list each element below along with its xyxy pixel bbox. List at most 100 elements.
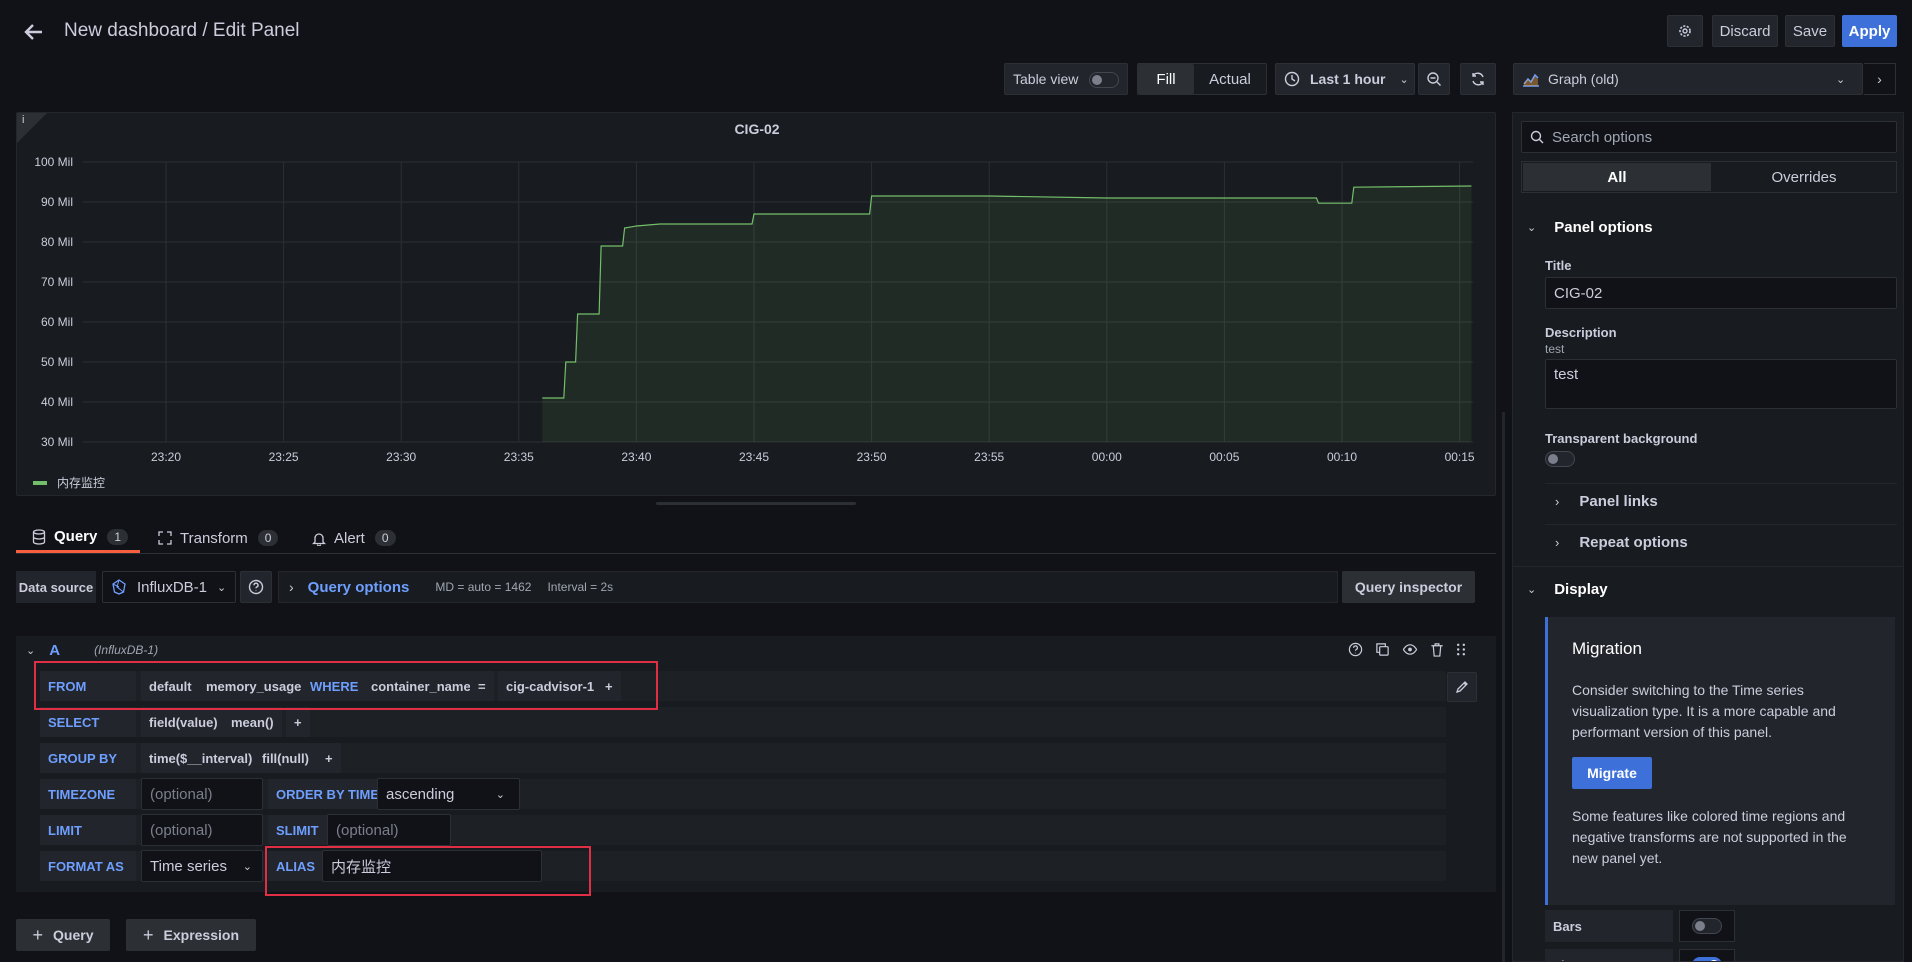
query-actions [1348, 642, 1466, 657]
fill-button[interactable]: Fill [1138, 64, 1194, 94]
back-arrow-icon[interactable] [20, 18, 48, 46]
save-button[interactable]: Save [1785, 15, 1835, 47]
help-icon[interactable] [1348, 642, 1363, 657]
search-options-input[interactable]: Search options [1521, 121, 1897, 153]
transform-icon [158, 531, 172, 545]
chevron-down-icon: ⌄ [1527, 222, 1537, 234]
query-ds: (InfluxDB-1) [94, 643, 159, 657]
y-tick-label: 30 Mil [41, 435, 73, 449]
groupby-add-button[interactable]: + [317, 743, 341, 773]
y-tick-label: 70 Mil [41, 275, 73, 289]
from-add-button[interactable]: + [597, 671, 621, 701]
legend-swatch [33, 481, 47, 485]
slimit-input[interactable]: (optional) [327, 814, 451, 846]
divider-2 [1545, 524, 1897, 525]
timezone-input[interactable]: (optional) [141, 778, 263, 810]
display-header[interactable]: ⌄ Display [1527, 581, 1608, 598]
format-select[interactable]: Time series ⌄ [141, 850, 263, 882]
datasource-picker[interactable]: InfluxDB-1 ⌄ [102, 571, 236, 603]
table-view-label: Table view [1013, 71, 1079, 87]
where-value[interactable]: cig-cadvisor-1 [498, 671, 603, 701]
bars-switch[interactable] [1692, 918, 1722, 934]
vertical-splitter[interactable] [1502, 412, 1505, 962]
time-range-picker[interactable]: Last 1 hour ⌄ [1275, 63, 1415, 95]
query-options-label: Query options [307, 578, 410, 596]
chevron-down-icon: ⌄ [1836, 73, 1846, 86]
add-query-button[interactable]: + Query [16, 919, 110, 951]
where-operator[interactable]: = [470, 671, 494, 701]
where-keyword: WHERE [302, 671, 367, 701]
collapse-icon[interactable]: ⌄ [26, 644, 35, 657]
tabs-divider [16, 553, 1496, 554]
tab-overrides[interactable]: Overrides [1712, 162, 1896, 192]
add-expression-button[interactable]: + Expression [126, 919, 256, 951]
actual-button[interactable]: Actual [1194, 64, 1266, 94]
x-tick-label: 23:20 [151, 450, 181, 464]
tab-alert[interactable]: Alert 0 [312, 523, 396, 553]
chevron-right-icon: › [1877, 71, 1882, 87]
collapse-options-button[interactable]: › [1864, 63, 1896, 95]
time-range-label: Last 1 hour [1310, 71, 1386, 87]
table-view-switch[interactable] [1089, 72, 1119, 88]
settings-button[interactable] [1667, 15, 1703, 47]
panel-links-header[interactable]: › Panel links [1555, 493, 1658, 510]
select-field[interactable]: field(value) [141, 707, 226, 737]
select-aggregate[interactable]: mean() [223, 707, 282, 737]
tab-all[interactable]: All [1523, 163, 1711, 191]
y-tick-label: 40 Mil [41, 395, 73, 409]
divider-3 [1513, 566, 1903, 567]
refresh-button[interactable] [1460, 63, 1496, 95]
discard-button[interactable]: Discard [1712, 15, 1778, 47]
toggle-raw-query-button[interactable] [1447, 672, 1477, 702]
groupby-fill[interactable]: fill(null) [254, 743, 317, 773]
select-add-button[interactable]: + [286, 707, 310, 737]
transparent-switch[interactable] [1545, 451, 1575, 467]
groupby-time[interactable]: time($__interval) [141, 743, 261, 773]
orderby-select[interactable]: ascending ⌄ [377, 778, 520, 810]
tab-query[interactable]: Query 1 [16, 523, 140, 553]
where-key[interactable]: container_name [363, 671, 479, 701]
groupby-keyword: GROUP BY [40, 743, 136, 773]
page-title: New dashboard / Edit Panel [64, 20, 300, 41]
plus-icon: + [32, 924, 44, 945]
apply-button[interactable]: Apply [1842, 15, 1897, 47]
migrate-button[interactable]: Migrate [1572, 757, 1652, 789]
table-view-toggle[interactable]: Table view [1004, 63, 1128, 95]
display-label: Display [1554, 581, 1608, 598]
datasource-help-button[interactable] [240, 571, 272, 603]
visualization-picker[interactable]: Graph (old) ⌄ [1513, 63, 1863, 95]
description-input[interactable]: test [1545, 359, 1897, 409]
slimit-keyword: SLIMIT [268, 815, 327, 845]
refresh-icon [1472, 72, 1484, 86]
tab-transform-count: 0 [257, 530, 279, 546]
from-keyword-label: FROM [48, 678, 87, 694]
zoom-out-button[interactable] [1418, 63, 1450, 95]
lines-switch[interactable] [1692, 957, 1722, 961]
x-tick-label: 00:05 [1209, 450, 1239, 464]
title-input[interactable]: CIG-02 [1545, 277, 1897, 309]
select-keyword: SELECT [40, 707, 136, 737]
limit-input[interactable]: (optional) [141, 814, 263, 846]
from-policy[interactable]: default [141, 671, 200, 701]
from-keyword: FROM [40, 671, 136, 701]
chart-panel: i CIG-02 100 Mil 90 Mil 80 Mil 70 Mil 60 Mil 5… [16, 112, 1496, 496]
query-ref: A [49, 641, 61, 659]
copy-icon[interactable] [1375, 642, 1390, 657]
eye-icon[interactable] [1402, 642, 1418, 657]
options-pane: Search options All Overrides ⌄ Panel opt… [1512, 112, 1904, 962]
panel-options-header[interactable]: ⌄ Panel options [1527, 219, 1653, 236]
resize-handle[interactable] [656, 502, 856, 505]
chevron-down-icon: ⌄ [1399, 73, 1409, 86]
plus-icon: + [143, 924, 154, 945]
repeat-options-header[interactable]: › Repeat options [1555, 534, 1688, 551]
tab-transform[interactable]: Transform 0 [158, 523, 279, 553]
drag-handle-icon[interactable] [1456, 642, 1466, 657]
query-header[interactable]: ⌄ A (InfluxDB-1) [16, 636, 1496, 664]
query-tabs: Query 1 Transform 0 Alert 0 [16, 523, 1496, 553]
alias-input[interactable]: 内存监控 [322, 850, 542, 882]
query-options-bar[interactable]: › Query options MD = auto = 1462 Interva… [278, 571, 1338, 603]
trash-icon[interactable] [1430, 642, 1444, 657]
where-keyword-label: WHERE [310, 678, 359, 694]
query-inspector-button[interactable]: Query inspector [1342, 571, 1475, 603]
from-measurement[interactable]: memory_usage [198, 671, 310, 701]
